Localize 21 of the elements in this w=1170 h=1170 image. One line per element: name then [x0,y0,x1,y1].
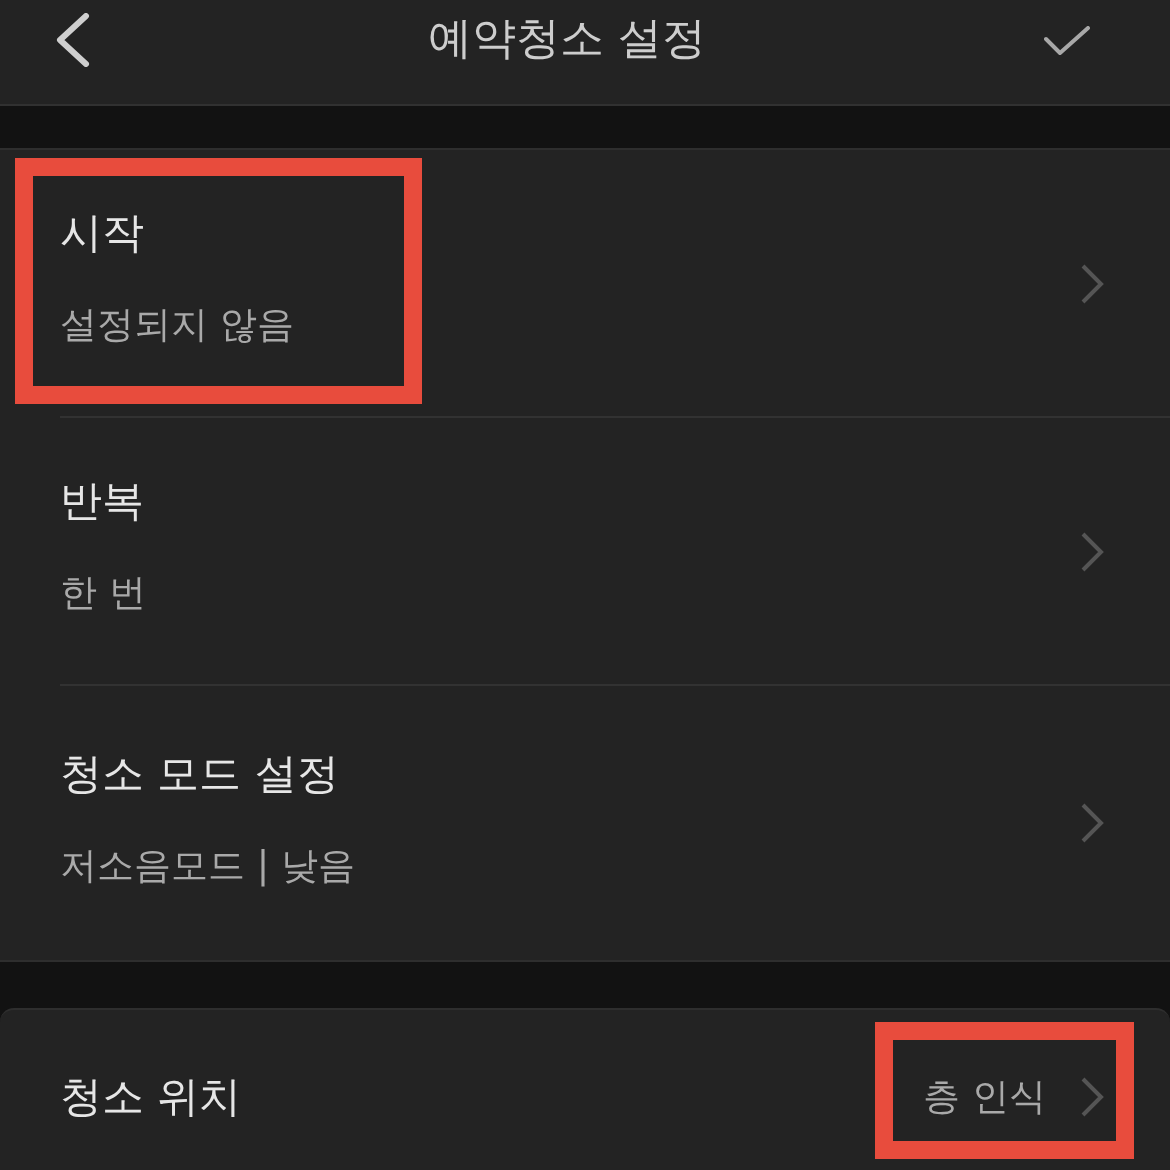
back-chevron-icon [54,13,90,67]
screen-title: 예약청소 설정 [428,11,706,65]
settings-item[interactable]: 청소 위치 층 인식 [0,1010,1170,1168]
item-label: 청소 위치 [60,1072,242,1122]
settings-item[interactable]: 반복 한 번 [0,418,1170,686]
settings-item[interactable]: 시작 설정되지 않음 [0,150,1170,418]
checkmark-icon [1044,26,1090,56]
item-value: 층 인식 [923,1074,1046,1120]
confirm-button[interactable] [1044,26,1090,56]
item-label: 청소 모드 설정 [60,749,339,799]
back-button[interactable] [54,13,90,67]
item-label: 시작 [60,208,144,258]
item-label: 반복 [60,476,144,526]
item-value: 설정되지 않음 [60,302,294,348]
item-value: 저소음모드 | 낮음 [60,843,355,889]
chevron-right-icon [1080,802,1104,844]
item-value: 한 번 [60,570,146,616]
settings-item[interactable]: 청소 모드 설정 저소음모드 | 낮음 [0,686,1170,960]
chevron-right-icon [1080,1076,1104,1118]
chevron-right-icon [1080,263,1104,305]
chevron-right-icon [1080,531,1104,573]
